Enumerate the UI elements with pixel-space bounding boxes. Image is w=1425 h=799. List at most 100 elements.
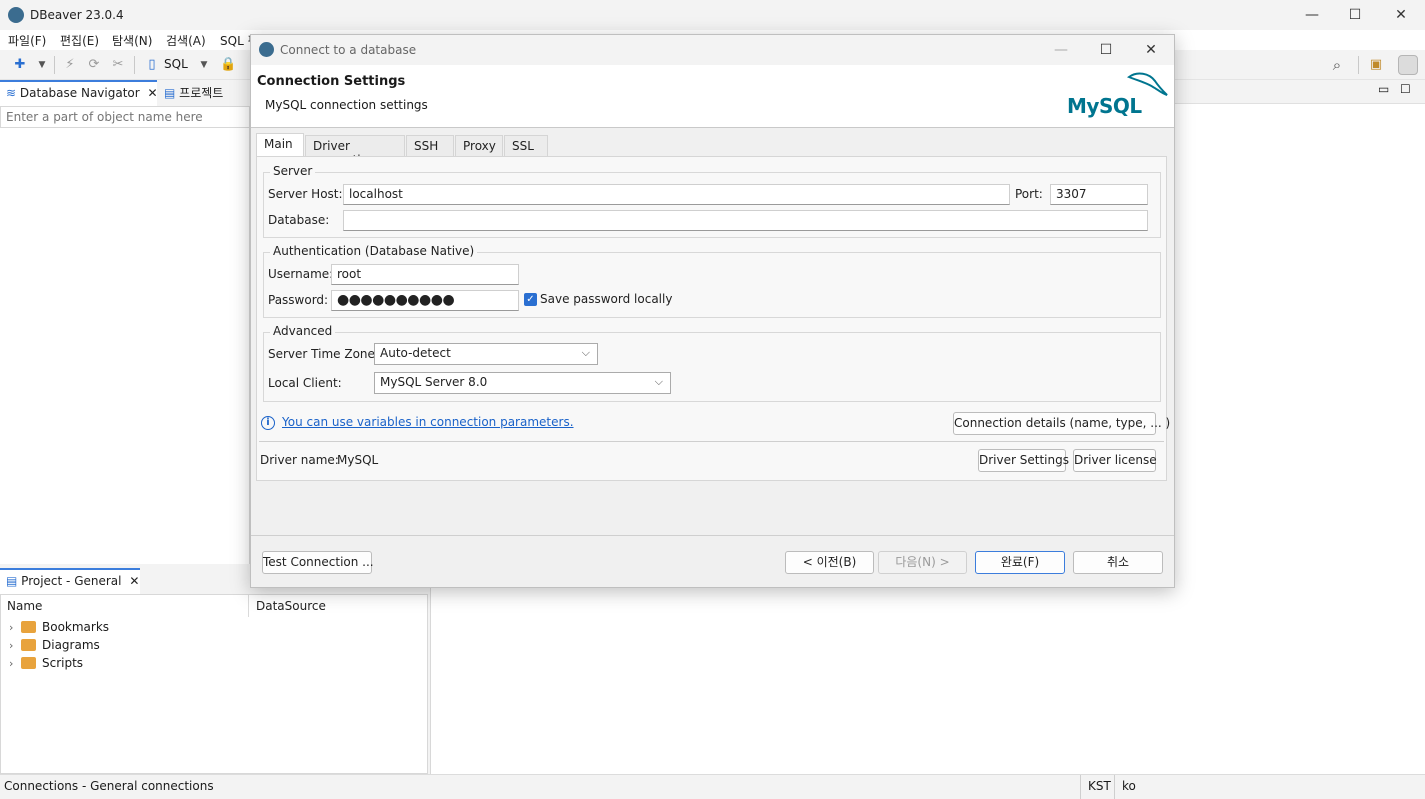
toolbar-separator bbox=[1358, 56, 1359, 74]
project-tree: Name DataSource › Bookmarks › Diagrams ›… bbox=[0, 594, 428, 774]
variables-help-link[interactable]: You can use variables in connection para… bbox=[282, 415, 574, 429]
column-header-name[interactable]: Name bbox=[7, 599, 42, 613]
sql-editor-icon[interactable]: ▯ bbox=[144, 57, 160, 73]
column-divider bbox=[248, 595, 249, 617]
menu-navigate[interactable]: 탐색(N) bbox=[112, 32, 152, 49]
server-timezone-select[interactable]: Auto-detect ⌵ bbox=[374, 343, 598, 365]
close-tab-icon[interactable]: ✕ bbox=[148, 86, 158, 100]
status-divider bbox=[1080, 775, 1081, 799]
local-client-select[interactable]: MySQL Server 8.0 ⌵ bbox=[374, 372, 671, 394]
expand-arrow-icon[interactable]: › bbox=[9, 657, 19, 670]
back-button[interactable]: < 이전(B) bbox=[785, 551, 874, 574]
menu-edit[interactable]: 편집(E) bbox=[60, 32, 99, 49]
connect-icon[interactable]: ⚡ bbox=[62, 57, 78, 73]
driver-settings-button[interactable]: Driver Settings bbox=[978, 449, 1069, 472]
database-label: Database: bbox=[268, 213, 330, 227]
server-host-input[interactable]: localhost bbox=[343, 184, 1010, 205]
dialog-footer-divider bbox=[251, 535, 1174, 536]
next-button[interactable]: 다음(N) > bbox=[878, 551, 967, 574]
minimize-panel-icon[interactable]: ▭ bbox=[1378, 82, 1389, 96]
navigator-tree-area[interactable] bbox=[0, 128, 250, 564]
local-client-value: MySQL Server 8.0 bbox=[380, 375, 488, 389]
reconnect-icon[interactable]: ⟳ bbox=[86, 57, 102, 73]
driver-license-button[interactable]: Driver license bbox=[1073, 449, 1157, 472]
expand-arrow-icon[interactable]: › bbox=[9, 639, 19, 652]
port-label: Port: bbox=[1015, 187, 1043, 201]
maximize-window-button[interactable]: ☐ bbox=[1341, 4, 1369, 26]
disconnect-icon[interactable]: ✂ bbox=[110, 57, 126, 73]
cancel-button[interactable]: 취소 bbox=[1073, 551, 1163, 574]
perspective-icon[interactable]: ▣ bbox=[1368, 57, 1384, 73]
main-tab-content: Server Server Host: localhost Port: 3307… bbox=[256, 156, 1170, 481]
server-host-label: Server Host: bbox=[268, 187, 343, 201]
toolbar-separator bbox=[134, 56, 135, 74]
tab-proxy[interactable]: Proxy bbox=[455, 135, 503, 157]
new-connection-dropdown-icon[interactable]: ▼ bbox=[34, 57, 50, 73]
username-input[interactable]: root bbox=[331, 264, 519, 285]
navigator-filter-input[interactable] bbox=[0, 106, 250, 128]
connection-settings-subtitle: MySQL connection settings bbox=[265, 98, 428, 112]
column-header-datasource[interactable]: DataSource bbox=[256, 599, 326, 613]
info-icon: i bbox=[261, 416, 275, 430]
navigator-tab-bar: ≋ Database Navigator ✕ ▤ 프로젝트 bbox=[0, 80, 250, 106]
tree-item-diagrams[interactable]: › Diagrams bbox=[9, 637, 209, 655]
sql-editor-button[interactable]: SQL bbox=[164, 57, 188, 71]
save-password-label[interactable]: Save password locally bbox=[540, 292, 672, 306]
menu-file[interactable]: 파일(F) bbox=[8, 32, 46, 49]
dialog-maximize-button[interactable]: ☐ bbox=[1092, 39, 1120, 61]
port-input[interactable]: 3307 bbox=[1050, 184, 1148, 205]
dbeaver-perspective-icon[interactable] bbox=[1398, 55, 1418, 75]
tab-main[interactable]: Main bbox=[256, 133, 304, 157]
tab-ssh[interactable]: SSH bbox=[406, 135, 454, 157]
finish-button[interactable]: 완료(F) bbox=[975, 551, 1065, 574]
connection-details-button[interactable]: Connection details (name, type, ... ) bbox=[953, 412, 1170, 435]
tab-project-general-label: Project - General bbox=[21, 574, 122, 588]
tab-database-navigator[interactable]: ≋ Database Navigator ✕ bbox=[0, 80, 158, 106]
local-client-label: Local Client: bbox=[268, 376, 342, 390]
tree-item-bookmarks[interactable]: › Bookmarks bbox=[9, 619, 209, 637]
tree-item-label: Scripts bbox=[42, 656, 84, 670]
dialog-tab-bar: Main Driver properties SSH Proxy SSL bbox=[256, 133, 1167, 167]
close-window-button[interactable]: ✕ bbox=[1387, 4, 1415, 26]
menu-search[interactable]: 검색(A) bbox=[166, 32, 206, 49]
sql-dropdown-icon[interactable]: ▼ bbox=[196, 57, 212, 73]
divider bbox=[259, 441, 1164, 442]
password-input[interactable]: ●●●●●●●●●● bbox=[331, 290, 519, 311]
driver-name-value: MySQL bbox=[337, 453, 379, 467]
expand-arrow-icon[interactable]: › bbox=[9, 621, 19, 634]
maximize-panel-icon[interactable]: ☐ bbox=[1400, 82, 1411, 96]
dialog-close-button[interactable]: ✕ bbox=[1137, 39, 1165, 61]
password-label: Password: bbox=[268, 293, 329, 307]
authentication-group-title: Authentication (Database Native) bbox=[270, 244, 478, 258]
tab-driver-properties[interactable]: Driver properties bbox=[305, 135, 405, 167]
tab-projects-label: 프로젝트 bbox=[179, 86, 224, 100]
tree-item-scripts[interactable]: › Scripts bbox=[9, 655, 209, 673]
lock-icon[interactable]: 🔒 bbox=[220, 57, 236, 73]
mysql-dolphin-icon bbox=[1126, 72, 1168, 96]
database-input[interactable] bbox=[343, 210, 1148, 231]
connect-database-dialog: Connect to a database — ☐ ✕ Connection S… bbox=[250, 34, 1175, 588]
advanced-group-title: Advanced bbox=[270, 324, 336, 338]
toolbar-separator bbox=[54, 56, 55, 74]
close-tab-icon[interactable]: ✕ bbox=[129, 574, 139, 588]
dialog-title-bar: Connect to a database — ☐ ✕ bbox=[251, 35, 1174, 65]
chevron-down-icon: ⌵ bbox=[654, 375, 663, 388]
projects-icon: ▤ bbox=[164, 86, 176, 100]
dbeaver-logo-icon bbox=[8, 7, 24, 23]
tab-ssl[interactable]: SSL bbox=[504, 135, 548, 157]
test-connection-button[interactable]: Test Connection ... bbox=[262, 551, 374, 574]
dialog-title: Connect to a database bbox=[280, 43, 417, 57]
search-icon[interactable]: ⌕ bbox=[1329, 57, 1345, 73]
database-navigator-icon: ≋ bbox=[6, 86, 17, 100]
chevron-down-icon: ⌵ bbox=[581, 346, 590, 359]
save-password-checkbox[interactable]: ✓ bbox=[524, 293, 537, 306]
bookmarks-folder-icon bbox=[21, 621, 36, 633]
minimize-window-button[interactable]: — bbox=[1298, 4, 1326, 26]
tab-database-navigator-label: Database Navigator bbox=[19, 86, 140, 100]
status-bar: Connections - General connections KST ko bbox=[0, 774, 1425, 799]
status-locale: ko bbox=[1122, 779, 1136, 793]
dialog-minimize-button[interactable]: — bbox=[1047, 39, 1075, 61]
tab-projects[interactable]: ▤ 프로젝트 bbox=[158, 80, 250, 106]
tab-project-general[interactable]: ▤ Project - General ✕ bbox=[0, 568, 140, 594]
new-connection-icon[interactable]: ✚ bbox=[12, 57, 28, 73]
